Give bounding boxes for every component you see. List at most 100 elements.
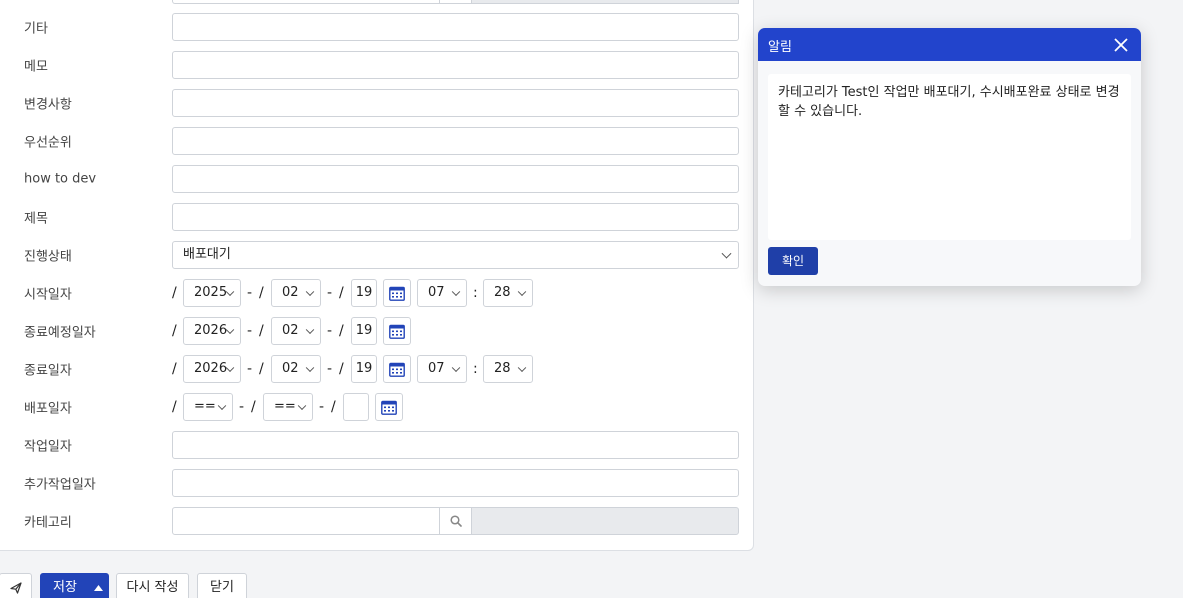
date-slash: /	[251, 399, 256, 415]
deploy-date-label: 배포일자	[24, 401, 72, 417]
extra-work-date-label: 추가작업일자	[24, 477, 96, 493]
row-end-date: 종료일자 / 2026 - / 02 - / 19 07 : 28	[0, 350, 755, 388]
changes-input[interactable]	[172, 89, 739, 117]
planned-year-value: 2026	[194, 323, 228, 338]
start-month-select[interactable]: 02	[271, 279, 321, 307]
top-cut-readonly	[471, 0, 739, 4]
start-year-value: 2025	[194, 285, 228, 300]
row-deploy-date: 배포일자 / == - / == - /	[0, 388, 755, 426]
date-slash: /	[331, 399, 336, 415]
date-slash: /	[259, 323, 264, 339]
chevron-down-icon	[305, 287, 315, 297]
date-slash: /	[172, 285, 177, 301]
planned-date-calendar-button[interactable]	[383, 317, 411, 345]
planned-year-select[interactable]: 2026	[183, 317, 241, 345]
alert-title: 알림	[768, 40, 792, 55]
row-start-date: 시작일자 / 2025 - / 02 - / 19 07 : 28	[0, 274, 755, 312]
end-month-value: 02	[282, 361, 299, 376]
search-icon	[449, 515, 462, 527]
date-dash: -	[327, 361, 333, 377]
row-etc: 기타	[0, 8, 755, 46]
rewrite-button[interactable]: 다시 작성	[116, 573, 189, 598]
date-slash: /	[259, 361, 264, 377]
start-minute-value: 28	[494, 285, 511, 300]
start-day-input[interactable]: 19	[351, 279, 377, 307]
alert-ok-button[interactable]: 확인	[768, 247, 818, 275]
chevron-down-icon	[305, 325, 315, 335]
save-label: 저장	[53, 580, 77, 595]
start-minute-select[interactable]: 28	[483, 279, 533, 307]
chevron-down-icon	[721, 248, 732, 259]
work-date-input[interactable]	[172, 431, 739, 459]
start-year-select[interactable]: 2025	[183, 279, 241, 307]
planned-end-date-label: 종료예정일자	[24, 325, 96, 341]
deploy-day-input[interactable]	[343, 393, 369, 421]
deploy-date-calendar-button[interactable]	[375, 393, 403, 421]
time-colon: :	[473, 361, 478, 377]
start-hour-value: 07	[428, 285, 445, 300]
date-slash: /	[339, 361, 344, 377]
category-code-input[interactable]	[172, 507, 440, 535]
chevron-down-icon	[451, 363, 461, 373]
row-work-date: 작업일자	[0, 426, 755, 464]
category-search-button[interactable]	[439, 507, 472, 535]
save-button[interactable]: 저장	[40, 573, 109, 598]
deploy-month-value: ==	[274, 399, 296, 414]
calendar-icon	[381, 400, 397, 415]
end-minute-select[interactable]: 28	[483, 355, 533, 383]
howtodev-input[interactable]	[172, 165, 739, 193]
priority-input[interactable]	[172, 127, 739, 155]
extra-work-date-input[interactable]	[172, 469, 739, 497]
alert-message: 카테고리가 Test인 작업만 배포대기, 수시배포완료 상태로 변경할 수 있…	[768, 74, 1131, 240]
chevron-down-icon	[217, 401, 227, 411]
deploy-month-select[interactable]: ==	[263, 393, 313, 421]
planned-day-input[interactable]: 19	[351, 317, 377, 345]
title-input[interactable]	[172, 203, 739, 231]
deploy-year-select[interactable]: ==	[183, 393, 233, 421]
howtodev-label: how to dev	[24, 171, 97, 187]
send-button[interactable]	[0, 573, 32, 598]
date-slash: /	[172, 399, 177, 415]
time-colon: :	[473, 285, 478, 301]
memo-input[interactable]	[172, 51, 739, 79]
end-hour-select[interactable]: 07	[417, 355, 467, 383]
row-priority: 우선순위	[0, 122, 755, 160]
etc-input[interactable]	[172, 13, 739, 41]
chevron-down-icon	[451, 287, 461, 297]
start-hour-select[interactable]: 07	[417, 279, 467, 307]
close-icon[interactable]	[1113, 37, 1129, 53]
task-form: 기타 메모 변경사항 우선순위 how to dev 제목 진행상태 배포대기 …	[0, 0, 754, 551]
end-year-select[interactable]: 2026	[183, 355, 241, 383]
chevron-down-icon	[305, 363, 315, 373]
row-changes: 변경사항	[0, 84, 755, 122]
end-hour-value: 07	[428, 361, 445, 376]
date-slash: /	[339, 285, 344, 301]
date-dash: -	[247, 323, 253, 339]
status-label: 진행상태	[24, 249, 72, 265]
calendar-icon	[389, 324, 405, 339]
date-slash: /	[172, 361, 177, 377]
row-status: 진행상태 배포대기	[0, 236, 755, 274]
end-month-select[interactable]: 02	[271, 355, 321, 383]
end-date-label: 종료일자	[24, 363, 72, 379]
etc-label: 기타	[24, 21, 48, 37]
category-name-readonly	[471, 507, 739, 535]
planned-month-value: 02	[282, 323, 299, 338]
start-date-calendar-button[interactable]	[383, 279, 411, 307]
work-date-label: 작업일자	[24, 439, 72, 455]
date-dash: -	[327, 323, 333, 339]
row-howtodev: how to dev	[0, 160, 755, 198]
row-extra-work-date: 추가작업일자	[0, 464, 755, 502]
end-day-input[interactable]: 19	[351, 355, 377, 383]
date-dash: -	[247, 285, 253, 301]
planned-month-select[interactable]: 02	[271, 317, 321, 345]
changes-label: 변경사항	[24, 97, 72, 113]
date-slash: /	[172, 323, 177, 339]
row-memo: 메모	[0, 46, 755, 84]
title-label: 제목	[24, 211, 48, 227]
date-dash: -	[247, 361, 253, 377]
end-date-calendar-button[interactable]	[383, 355, 411, 383]
close-button[interactable]: 닫기	[197, 573, 247, 598]
status-select[interactable]: 배포대기	[172, 241, 739, 269]
caret-up-icon[interactable]	[94, 585, 103, 591]
